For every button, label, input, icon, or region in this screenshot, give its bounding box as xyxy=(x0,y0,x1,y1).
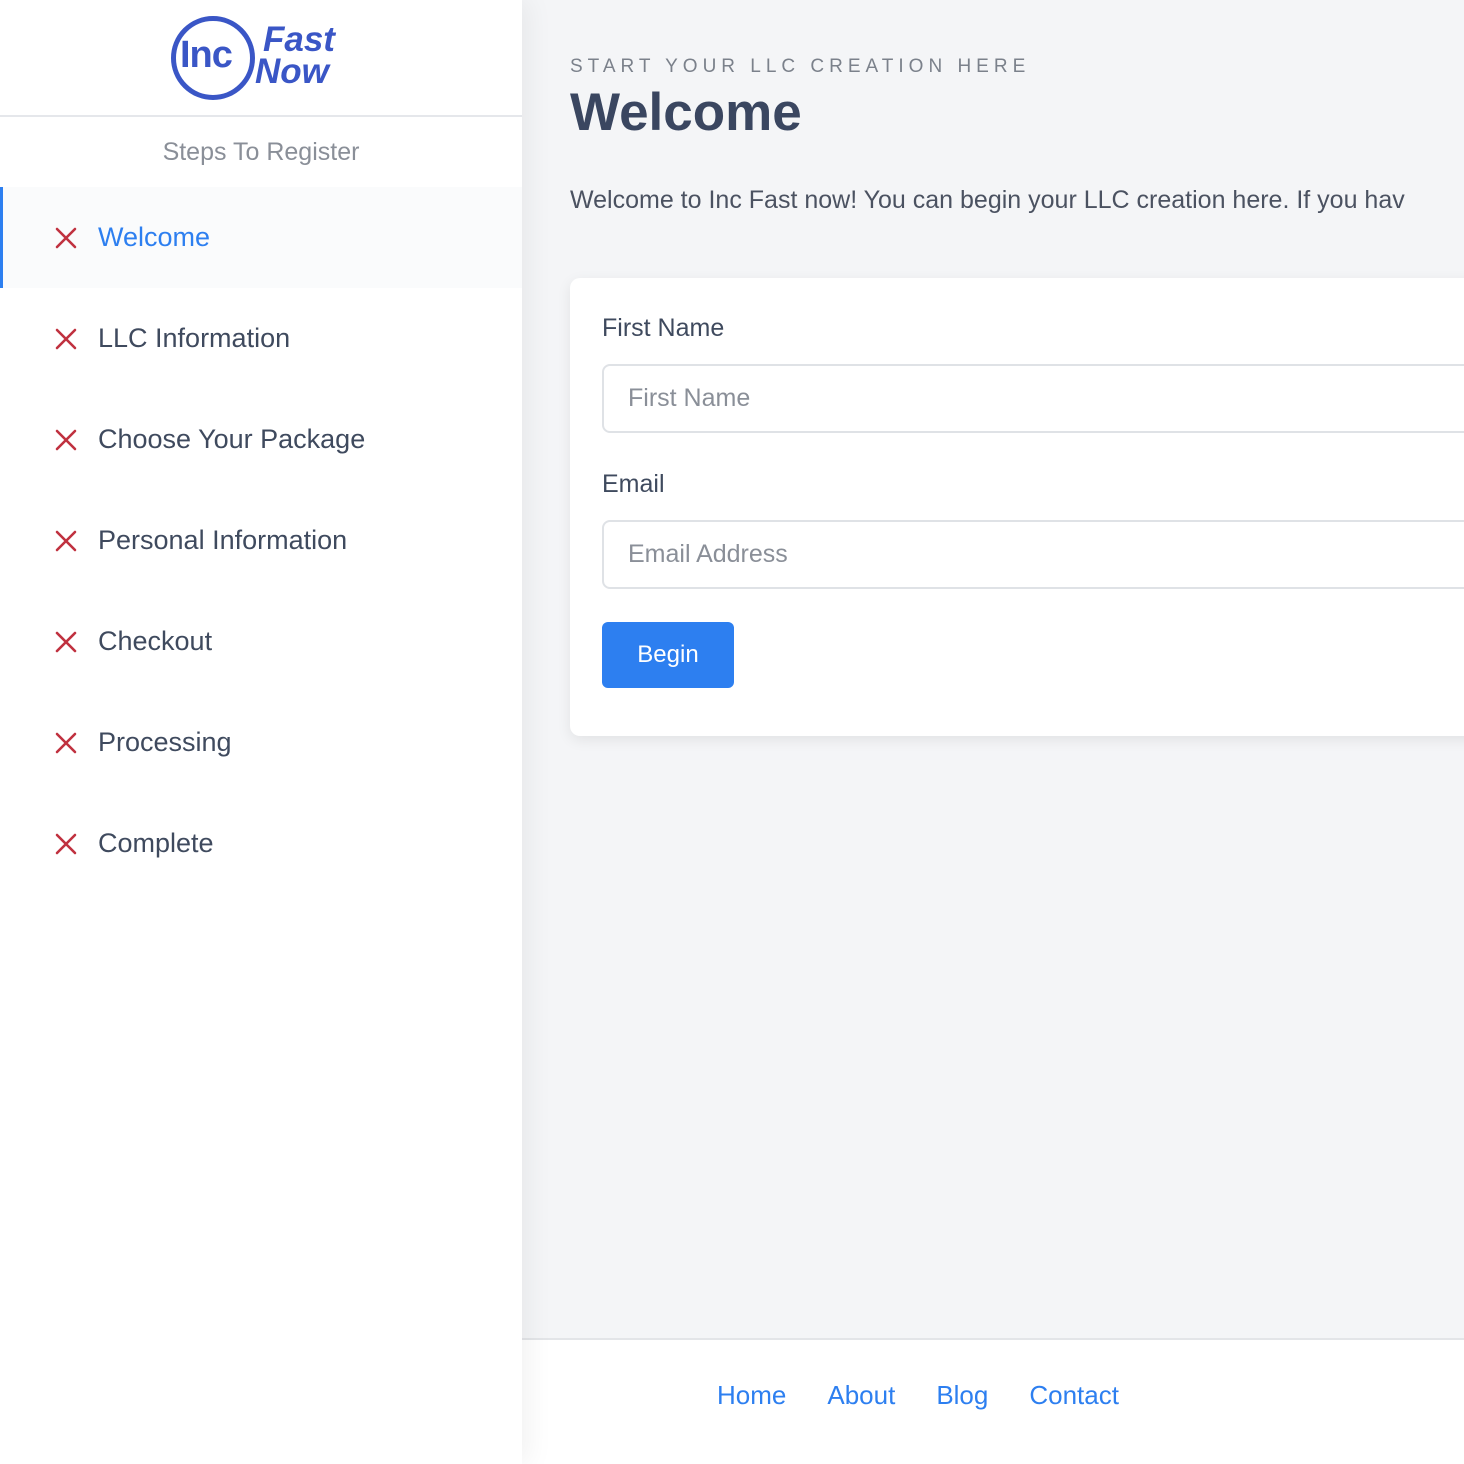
main-content: START YOUR LLC CREATION HERE Welcome Wel… xyxy=(522,0,1464,1338)
step-label: Processing xyxy=(98,727,232,757)
step-item-complete[interactable]: Complete xyxy=(0,793,522,894)
x-icon xyxy=(55,833,77,854)
step-item-checkout[interactable]: Checkout xyxy=(0,591,522,692)
footer-link-contact[interactable]: Contact xyxy=(1029,1380,1119,1411)
x-icon xyxy=(55,631,77,652)
logo-text-inc: Inc xyxy=(180,33,233,76)
sidebar: Inc Fast Now Steps To Register Welcome L… xyxy=(0,0,522,1464)
registration-form-card: First Name Email Begin xyxy=(570,278,1464,736)
inc-fast-now-logo[interactable]: Inc Fast Now xyxy=(171,12,351,104)
intro-text: Welcome to Inc Fast now! You can begin y… xyxy=(570,186,1405,214)
step-label: Checkout xyxy=(98,626,213,656)
step-label: Welcome xyxy=(98,222,211,252)
footer: Home About Blog Contact xyxy=(522,1338,1464,1464)
step-item-processing[interactable]: Processing xyxy=(0,692,522,793)
x-icon xyxy=(55,530,77,551)
footer-nav: Home About Blog Contact xyxy=(717,1380,1119,1411)
steps-nav: Welcome LLC Information Choose Your Pack… xyxy=(0,187,522,894)
step-label: Complete xyxy=(98,828,214,858)
page-eyebrow: START YOUR LLC CREATION HERE xyxy=(570,56,1031,77)
first-name-label: First Name xyxy=(602,314,725,342)
logo-area: Inc Fast Now xyxy=(0,0,522,117)
x-icon xyxy=(55,732,77,753)
footer-link-about[interactable]: About xyxy=(827,1380,895,1411)
step-label: LLC Information xyxy=(98,323,291,353)
step-item-llc-information[interactable]: LLC Information xyxy=(0,288,522,389)
app-root: Inc Fast Now Steps To Register Welcome L… xyxy=(0,0,1464,1464)
email-input[interactable] xyxy=(602,520,1464,589)
step-item-personal-information[interactable]: Personal Information xyxy=(0,490,522,591)
begin-button[interactable]: Begin xyxy=(602,622,734,688)
step-label: Choose Your Package xyxy=(98,424,366,454)
step-item-welcome[interactable]: Welcome xyxy=(0,187,522,288)
step-item-choose-your-package[interactable]: Choose Your Package xyxy=(0,389,522,490)
page-title: Welcome xyxy=(570,83,802,142)
email-label: Email xyxy=(602,470,665,498)
x-icon xyxy=(55,429,77,450)
footer-link-blog[interactable]: Blog xyxy=(936,1380,988,1411)
x-icon xyxy=(55,227,77,248)
steps-title: Steps To Register xyxy=(162,137,360,166)
step-label: Personal Information xyxy=(98,525,348,555)
x-icon xyxy=(55,328,77,349)
first-name-input[interactable] xyxy=(602,364,1464,433)
footer-link-home[interactable]: Home xyxy=(717,1380,786,1411)
logo-text-now: Now xyxy=(255,51,329,91)
